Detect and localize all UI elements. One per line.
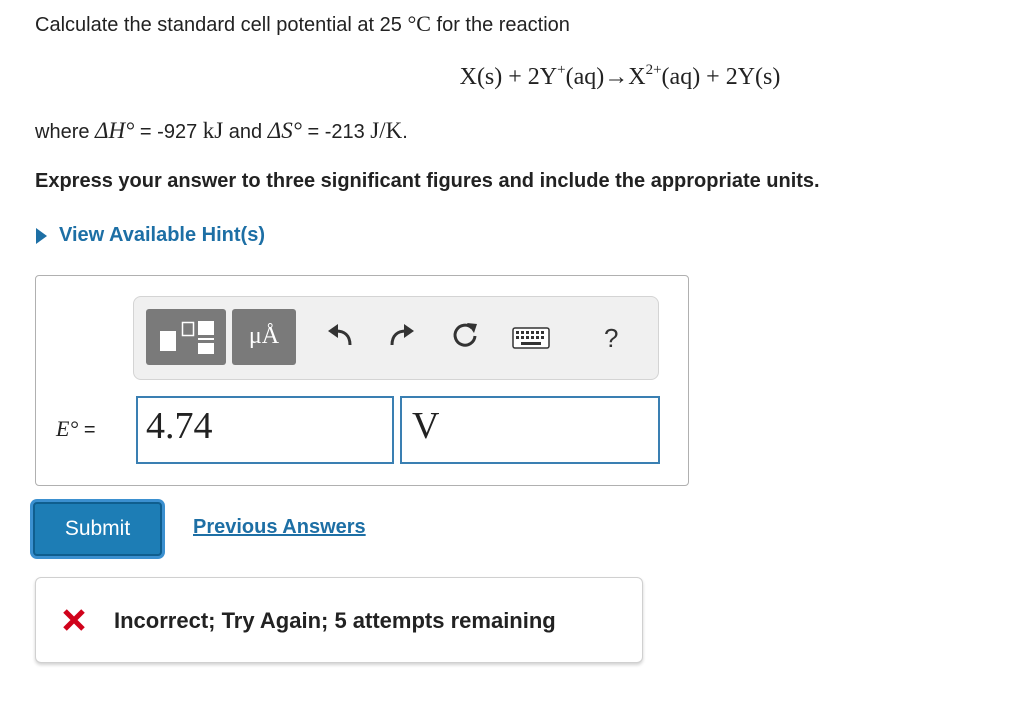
entropy-symbol: ΔS° — [267, 118, 302, 143]
undo-icon[interactable] — [326, 323, 356, 349]
equation-part: (aq) + 2Y(s) — [661, 64, 781, 90]
redo-icon[interactable] — [386, 323, 416, 349]
answer-box: μÅ ? E° = 4.74 V — [35, 275, 689, 486]
submit-button[interactable]: Submit — [33, 502, 162, 556]
equation-superscript: 2+ — [645, 62, 662, 78]
equation-part: X(s) + 2Y — [459, 64, 558, 90]
equation-superscript: + — [557, 62, 566, 78]
and-label: and — [228, 121, 263, 143]
entropy-value: = -213 — [307, 121, 365, 143]
reaction-equation: X(s) + 2Y+(aq)→X2+(aq) + 2Y(s) — [0, 62, 1024, 91]
equation-part: (aq)→X — [565, 64, 646, 90]
temperature-unit: °C — [407, 11, 431, 36]
entropy-unit: J/K — [370, 118, 403, 143]
math-toolbar: μÅ ? — [133, 296, 659, 380]
where-label: where — [35, 121, 90, 143]
feedback-message: Incorrect; Try Again; 5 attempts remaini… — [114, 608, 556, 633]
expand-triangle-icon — [36, 227, 47, 244]
enthalpy-symbol: ΔH° — [95, 118, 135, 143]
question-intro: Calculate the standard cell potential at… — [35, 14, 402, 36]
question-text: Calculate the standard cell potential at… — [35, 10, 570, 39]
period: . — [402, 121, 408, 143]
templates-button[interactable] — [146, 309, 226, 365]
incorrect-x-icon — [63, 609, 85, 631]
reset-icon[interactable] — [450, 321, 480, 351]
templates-icon — [160, 321, 214, 354]
instruction-text: Express your answer to three significant… — [35, 170, 820, 192]
answer-unit-input[interactable]: V — [400, 396, 660, 464]
enthalpy-unit: kJ — [202, 118, 224, 143]
enthalpy-value: = -927 — [139, 121, 198, 143]
feedback-box: Incorrect; Try Again; 5 attempts remaini… — [35, 577, 643, 663]
hint-link-label: View Available Hint(s) — [59, 224, 265, 246]
previous-answers-link[interactable]: Previous Answers — [193, 516, 366, 539]
answer-label: E° = — [56, 416, 96, 442]
units-button[interactable]: μÅ — [232, 309, 296, 365]
equals-sign: = — [83, 419, 96, 441]
question-intro-end: for the reaction — [436, 14, 570, 36]
units-button-label: μÅ — [248, 323, 280, 349]
view-hints-link[interactable]: View Available Hint(s) — [36, 224, 265, 247]
keyboard-icon[interactable] — [512, 327, 550, 349]
help-button[interactable]: ? — [604, 323, 618, 354]
potential-symbol: E° — [56, 416, 79, 441]
thermo-values: where ΔH° = -927 kJ and ΔS° = -213 J/K. — [35, 118, 408, 144]
answer-value-input[interactable]: 4.74 — [136, 396, 394, 464]
